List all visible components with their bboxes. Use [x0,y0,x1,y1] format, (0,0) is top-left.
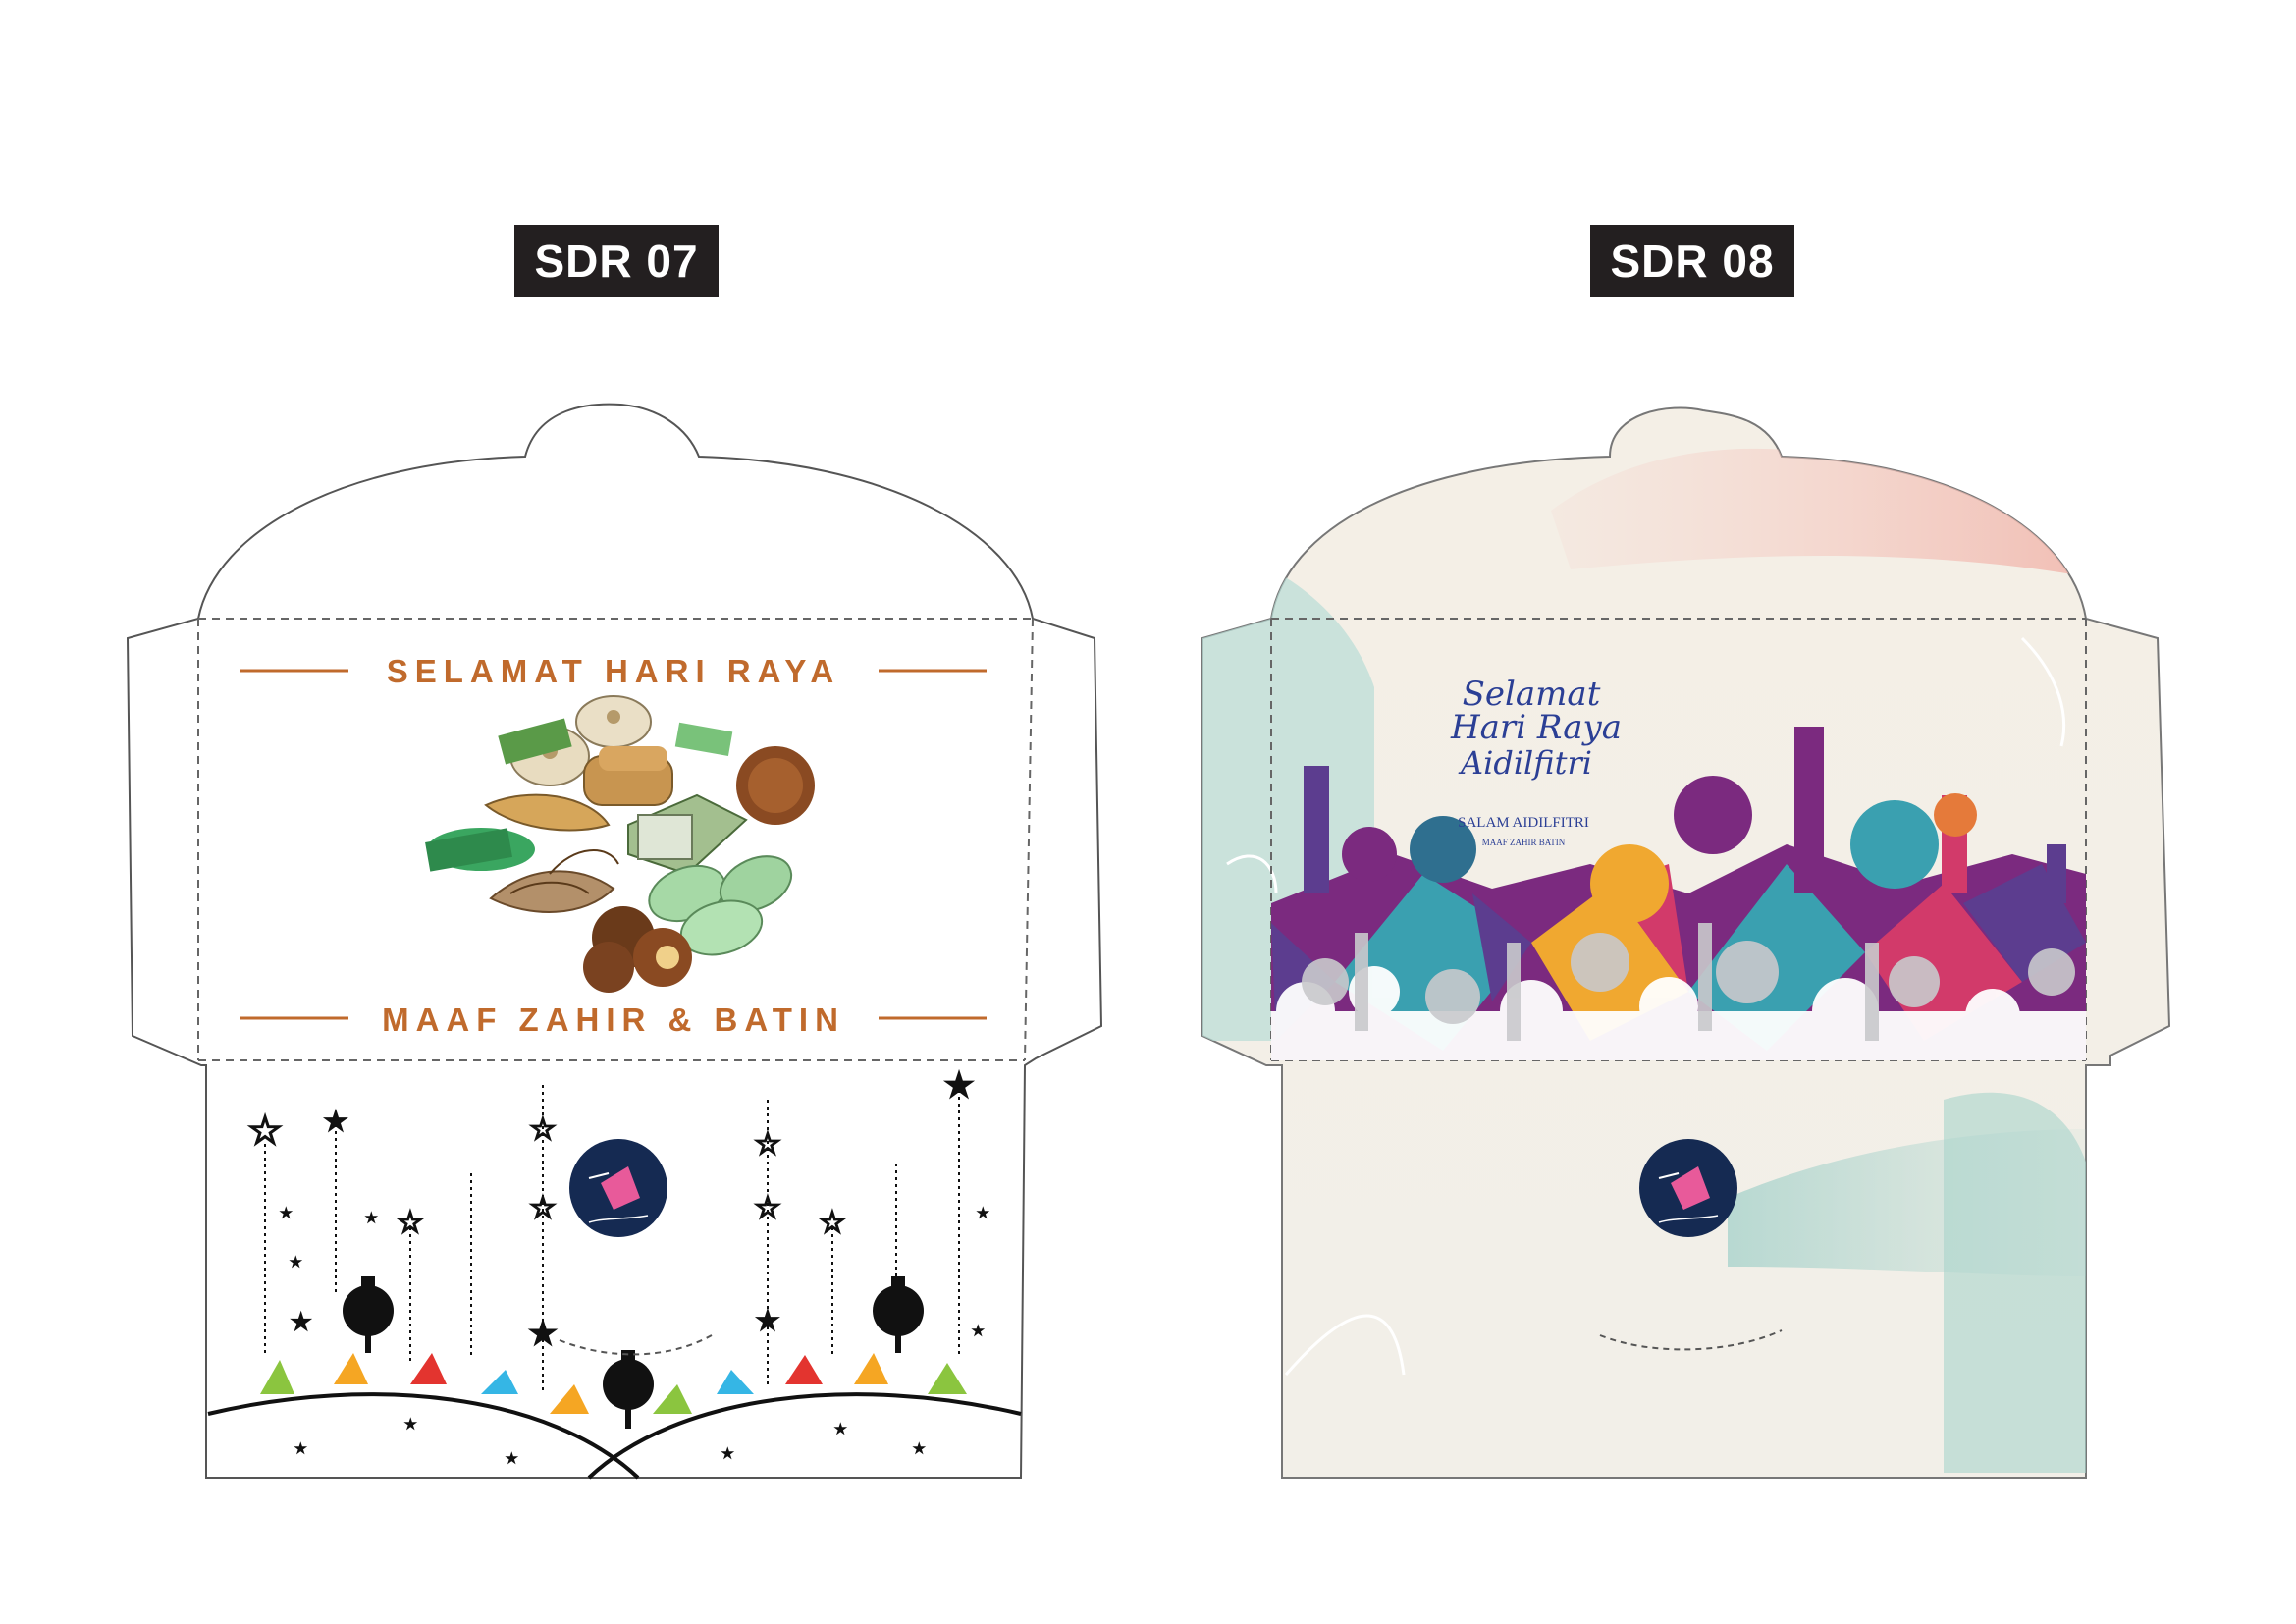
calligraphy-line-2: Hari Raya [1450,708,1622,747]
greeting-selamat-hari-raya: SELAMAT HARI RAYA [387,653,841,689]
salam-aidilfitri-text: SALAM AIDILFITRI [1458,815,1589,831]
svg-text:☆: ☆ [755,1128,781,1161]
maaf-zahir-batin-small-text: MAAF ZAHIR BATIN [1482,838,1566,847]
svg-text:☆: ☆ [755,1192,781,1224]
calligraphy-line-3: Aidilfitri [1458,744,1592,782]
svg-text:★: ★ [977,1205,989,1220]
svg-text:★: ★ [290,1254,302,1270]
brand-seal-logo [569,1139,667,1237]
svg-text:☆: ☆ [820,1207,846,1239]
svg-text:★: ★ [323,1106,349,1138]
svg-text:★: ★ [280,1205,293,1220]
svg-text:★: ★ [404,1416,417,1432]
greeting-maaf-zahir-batin: MAAF ZAHIR & BATIN [382,1001,845,1038]
envelope-sdr08: Selamat Hari Raya Aidilfitri SALAM AIDIL… [1201,406,2171,1479]
svg-text:★: ★ [290,1307,312,1336]
svg-text:★: ★ [755,1305,781,1337]
svg-text:☆: ☆ [530,1192,557,1224]
svg-text:★: ★ [834,1421,847,1436]
svg-text:☆: ☆ [530,1113,557,1146]
svg-text:★: ★ [527,1313,559,1353]
svg-text:★: ★ [972,1323,985,1338]
svg-text:☆: ☆ [398,1207,424,1239]
svg-text:★: ★ [913,1440,926,1456]
svg-text:★: ★ [942,1065,976,1107]
svg-text:☆: ☆ [247,1110,283,1153]
svg-text:★: ★ [294,1440,307,1456]
svg-text:★: ★ [506,1450,518,1466]
svg-text:★: ★ [365,1210,378,1225]
svg-text:★: ★ [721,1445,734,1461]
brand-seal-logo [1639,1139,1737,1237]
envelope-sdr07: SELAMAT HARI RAYA MAAF ZAHIR & BATIN ☆ ★… [126,403,1103,1480]
envelope-templates: SELAMAT HARI RAYA MAAF ZAHIR & BATIN ☆ ★… [126,403,2171,1480]
